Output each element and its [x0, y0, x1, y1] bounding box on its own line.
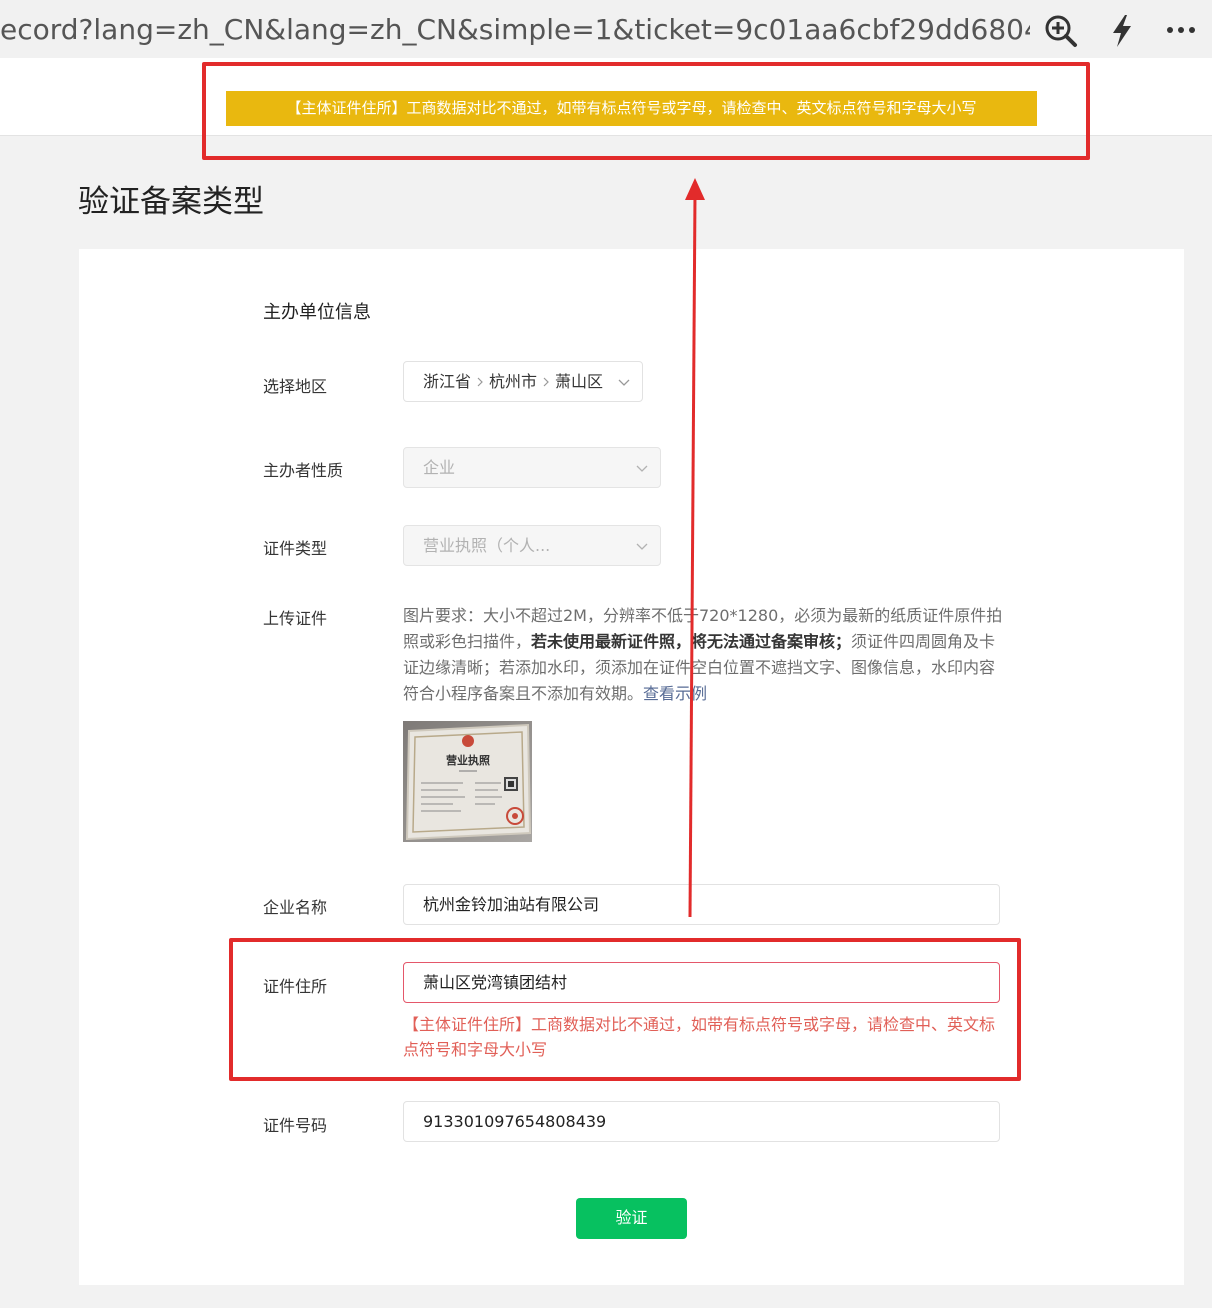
district-value: 萧山区	[555, 372, 604, 391]
zoom-in-icon[interactable]	[1042, 10, 1080, 50]
sponsor-type-select[interactable]: 企业	[403, 447, 661, 488]
browser-address-bar: ecord?lang=zh_CN&lang=zh_CN&simple=1&tic…	[0, 0, 1212, 58]
province-value: 浙江省	[423, 372, 472, 391]
annotation-arrow-icon	[685, 178, 705, 918]
cert-type-label: 证件类型	[263, 539, 328, 558]
chevron-down-icon	[636, 465, 648, 472]
region-label: 选择地区	[263, 377, 328, 396]
region-select[interactable]: 浙江省 杭州市 萧山区	[403, 361, 643, 402]
page-title: 验证备案类型	[78, 184, 264, 220]
cert-number-label: 证件号码	[263, 1116, 328, 1135]
annotation-box-address	[229, 938, 1021, 1081]
chevron-down-icon	[618, 379, 630, 386]
bolt-icon[interactable]	[1103, 10, 1141, 50]
cert-number-input[interactable]: 913301097654808439	[403, 1101, 1000, 1142]
city-value: 杭州市	[489, 372, 538, 391]
uploaded-license-image[interactable]: 营业执照	[403, 721, 532, 842]
license-image-title: 营业执照	[446, 753, 490, 767]
section-title: 主办单位信息	[263, 302, 371, 323]
chevron-right-icon	[477, 377, 483, 387]
sponsor-type-value: 企业	[423, 458, 456, 477]
chevron-down-icon	[636, 543, 648, 550]
company-name-label: 企业名称	[263, 898, 328, 917]
verify-button[interactable]: 验证	[576, 1198, 687, 1239]
sponsor-type-label: 主办者性质	[263, 461, 344, 480]
chevron-right-icon	[543, 377, 549, 387]
more-icon[interactable]	[1162, 10, 1200, 50]
cert-type-value: 营业执照（个人...	[423, 536, 551, 555]
upload-label: 上传证件	[263, 609, 328, 628]
annotation-box-toast	[202, 62, 1090, 160]
cert-type-select[interactable]: 营业执照（个人...	[403, 525, 661, 566]
url-field[interactable]: ecord?lang=zh_CN&lang=zh_CN&simple=1&tic…	[0, 10, 1030, 50]
